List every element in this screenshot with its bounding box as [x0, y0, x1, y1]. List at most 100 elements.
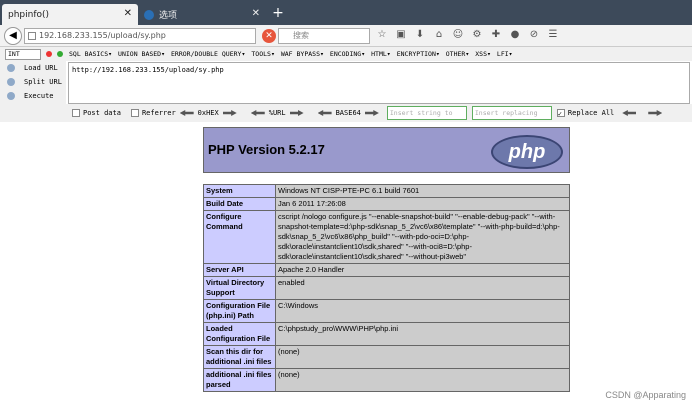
decode-arrow-icon[interactable]	[250, 110, 265, 116]
row-value: enabled	[275, 276, 570, 300]
table-row: Configuration File (php.ini) Path C:\Wind…	[203, 299, 570, 323]
row-value: Windows NT CISP-PTE-PC 6.1 build 7601	[275, 184, 570, 198]
new-tab-button[interactable]: +	[270, 5, 286, 21]
table-row: System Windows NT CISP-PTE-PC 6.1 build 7…	[203, 184, 570, 198]
page-content: PHP Version 5.2.17 php System Windows NT …	[0, 122, 692, 406]
encode-arrow-icon[interactable]	[364, 110, 379, 116]
row-key: Loaded Configuration File	[203, 322, 276, 346]
close-icon[interactable]: ✕	[124, 8, 132, 19]
encode-arrow-icon[interactable]	[222, 110, 237, 116]
execute-label: Execute	[24, 92, 54, 100]
color-icon[interactable]: ●	[509, 28, 521, 42]
row-key: Virtual Directory Support	[203, 276, 276, 300]
post-data-label: Post data	[83, 109, 121, 117]
menu-icon[interactable]: ☰	[547, 28, 559, 42]
hackbar-url-field[interactable]: http://192.168.233.155/upload/sy.php	[68, 62, 690, 104]
row-value: (none)	[275, 345, 570, 369]
hackbar-menu-item[interactable]: ERROR/DOUBLE QUERY▾	[171, 50, 245, 58]
table-row: Virtual Directory Support enabled	[203, 276, 570, 300]
row-value: cscript /nologo configure.js "--enable-s…	[275, 210, 570, 264]
navigation-bar: ◀ 192.168.233.155/upload/sy.php ✕ 搜索 ☆ ▣…	[0, 25, 692, 47]
watermark: CSDN @Apparating	[605, 390, 686, 400]
find-string-input[interactable]: Insert string to repl	[386, 106, 467, 120]
hackbar-menu-item[interactable]: UNION BASED▾	[118, 50, 165, 58]
smiley-icon[interactable]: ☺	[452, 28, 464, 42]
row-value: Apache 2.0 Handler	[275, 263, 570, 277]
referrer-checkbox[interactable]	[130, 109, 139, 117]
url-text: 192.168.233.155/upload/sy.php	[39, 31, 166, 40]
url-label: %URL	[268, 109, 286, 117]
toolbar-icons: ☆ ▣ ⬇ ⌂ ☺ ⚙ ✚ ● ⊘ ☰	[376, 28, 559, 42]
replace-all-label: Replace All	[567, 109, 615, 117]
tab-options[interactable]: 选项 ✕	[138, 4, 266, 25]
adblock-icon[interactable]: ⊘	[528, 28, 540, 42]
home-icon[interactable]: ⌂	[433, 28, 445, 42]
row-key: additional .ini files parsed	[203, 368, 276, 392]
replace-all-checkbox[interactable]: ✓	[556, 109, 565, 118]
decode-arrow-icon[interactable]	[317, 110, 332, 116]
split-url-label: Split URL	[24, 78, 62, 86]
table-row: Build Date Jan 6 2011 17:26:08	[203, 197, 570, 211]
row-key: Configure Command	[203, 210, 276, 264]
row-value: C:\Windows	[275, 299, 570, 323]
bookmark-icon[interactable]: ☆	[376, 28, 388, 42]
back-button[interactable]: ◀	[4, 27, 22, 45]
hackbar-actions: Load URL Split URL Execute	[0, 61, 66, 105]
hackbar-menu-item[interactable]: TOOLS▾	[251, 50, 274, 58]
load-url-label: Load URL	[24, 64, 58, 72]
hackbar-menu-item[interactable]: WAF BYPASS▾	[281, 50, 324, 58]
replace-string-input[interactable]: Insert replacing strin	[471, 106, 552, 120]
type-select[interactable]: INT	[5, 48, 41, 60]
puzzle-icon[interactable]: ✚	[490, 28, 502, 42]
tab-phpinfo[interactable]: phpinfo() ✕	[2, 4, 138, 25]
page-icon	[28, 32, 36, 40]
address-bar[interactable]: 192.168.233.155/upload/sy.php	[24, 28, 256, 44]
hackbar-menu-item[interactable]: SQL BASICS▾	[69, 50, 112, 58]
base64-label: BASE64	[335, 109, 361, 117]
execute-icon	[7, 92, 15, 100]
hackbar-options: Post data Referrer 0xHEX %URL BASE64 Ins…	[0, 104, 692, 122]
download-icon[interactable]: ⬇	[414, 28, 426, 42]
php-info-table: System Windows NT CISP-PTE-PC 6.1 build 7…	[203, 184, 570, 392]
hackbar-menu-item[interactable]: ENCRYPTION▾	[397, 50, 440, 58]
row-key: Build Date	[203, 197, 276, 211]
load-icon	[7, 64, 15, 72]
hackbar-menu-items: SQL BASICS▾ UNION BASED▾ ERROR/DOUBLE QUER…	[69, 50, 513, 58]
search-input[interactable]: 搜索	[278, 28, 370, 44]
hackbar-menu-item[interactable]: ENCODING▾	[330, 50, 365, 58]
row-key: System	[203, 184, 276, 198]
load-url-button[interactable]: Load URL	[0, 61, 66, 75]
split-url-button[interactable]: Split URL	[0, 75, 66, 89]
php-logo: php	[491, 135, 563, 169]
encode-arrow-icon[interactable]	[648, 110, 663, 116]
gear-icon	[144, 9, 154, 20]
clipboard-icon[interactable]: ▣	[395, 28, 407, 42]
red-dot-icon	[46, 51, 52, 57]
hackbar-menu-item[interactable]: HTML▾	[371, 50, 391, 58]
row-value: C:\phpstudy_pro\WWW\PHP\php.ini	[275, 322, 570, 346]
tab-title: 选项	[159, 11, 178, 21]
referrer-label: Referrer	[141, 109, 176, 117]
hackbar-menu-item[interactable]: OTHER▾	[446, 50, 469, 58]
decode-arrow-icon[interactable]	[622, 110, 637, 116]
execute-button[interactable]: Execute	[0, 89, 66, 103]
gear-icon[interactable]: ⚙	[471, 28, 483, 42]
row-key: Server API	[203, 263, 276, 277]
table-row: Configure Command cscript /nologo configu…	[203, 210, 570, 264]
close-icon[interactable]: ✕	[252, 8, 260, 19]
decode-arrow-icon[interactable]	[179, 110, 194, 116]
tab-title: phpinfo()	[8, 9, 50, 20]
hackbar-menu-item[interactable]: LFI▾	[497, 50, 513, 58]
hex-label: 0xHEX	[197, 109, 219, 117]
encode-arrow-icon[interactable]	[289, 110, 304, 116]
row-key: Configuration File (php.ini) Path	[203, 299, 276, 323]
table-row: Scan this dir for additional .ini files(…	[203, 345, 570, 369]
hackbar-menu-item[interactable]: XSS▾	[475, 50, 491, 58]
row-value: (none)	[275, 368, 570, 392]
row-value: Jan 6 2011 17:26:08	[275, 197, 570, 211]
php-version-title: PHP Version 5.2.17	[208, 142, 325, 157]
stop-icon[interactable]: ✕	[262, 29, 276, 43]
post-data-checkbox[interactable]	[72, 109, 80, 117]
search-placeholder: 搜索	[293, 31, 309, 40]
hackbar-menu: INT SQL BASICS▾ UNION BASED▾ ERROR/DOUBLE …	[0, 47, 692, 61]
